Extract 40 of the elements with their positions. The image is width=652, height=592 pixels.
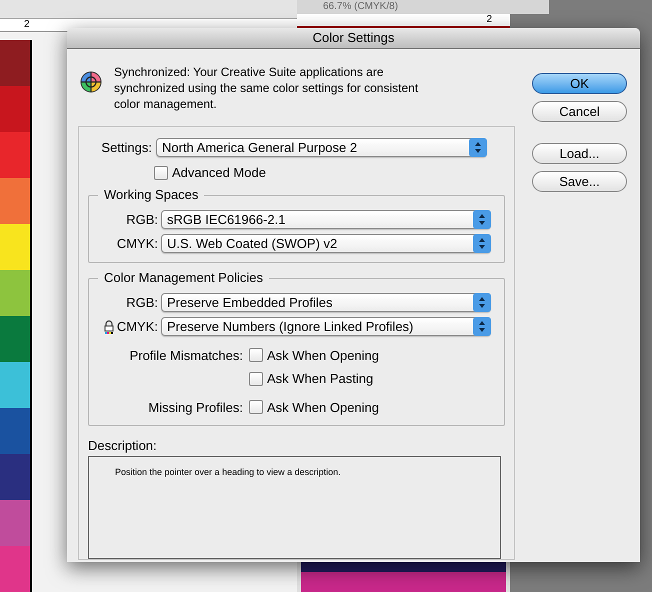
stepper-arrows-icon: [473, 210, 491, 229]
field-label: Missing Profiles:: [147, 398, 244, 417]
stepper-arrows-icon: [469, 138, 487, 157]
dialog-button[interactable]: OK: [532, 72, 627, 94]
description-label: Description:: [88, 437, 158, 455]
field-label: Settings:: [100, 138, 153, 157]
field-label: RGB:: [126, 210, 158, 228]
dialog-button[interactable]: Load...: [532, 142, 627, 164]
sync-message: Synchronized: Your Creative Suite applications are synchronized using the same color settings for consistent color management.: [114, 64, 420, 112]
checkbox[interactable]: [154, 166, 168, 180]
group-title: Color Management Policies: [98, 270, 269, 286]
stepper-arrows-icon: [473, 234, 491, 254]
dropdown[interactable]: Preserve Numbers (Ignore Linked Profiles): [161, 317, 491, 336]
dialog-button[interactable]: Cancel: [532, 100, 627, 122]
ruler-label: 2: [24, 19, 30, 31]
checkbox-label: Ask When Pasting: [267, 370, 374, 388]
dropdown[interactable]: Preserve Embedded Profiles: [161, 292, 491, 312]
ruler-label: 2: [486, 14, 492, 26]
description-text: Position the pointer over a heading to view a description.: [115, 466, 341, 476]
stepper-arrows-icon: [473, 317, 491, 336]
document-tab-title: 66.7% (CMYK/8): [323, 1, 398, 13]
lock-icon: [102, 320, 115, 334]
dropdown[interactable]: North America General Purpose 2: [156, 138, 487, 157]
field-label: RGB:: [126, 294, 158, 312]
dialog-button[interactable]: Save...: [532, 170, 627, 192]
checkbox[interactable]: [249, 400, 263, 414]
checkbox[interactable]: [249, 348, 263, 362]
checkbox-label: Ask When Opening: [267, 398, 380, 417]
field-label: CMYK:: [116, 318, 158, 336]
color-wheel-icon: [80, 70, 102, 92]
dropdown[interactable]: U.S. Web Coated (SWOP) v2: [161, 234, 491, 254]
field-label: CMYK:: [116, 235, 158, 253]
stepper-arrows-icon: [473, 292, 491, 312]
checkbox[interactable]: [249, 372, 263, 386]
field-label: Profile Mismatches:: [128, 346, 244, 364]
dropdown[interactable]: sRGB IEC61966-2.1: [161, 210, 491, 229]
checkbox-label: Advanced Mode: [172, 164, 266, 182]
checkbox-label: Ask When Opening: [267, 346, 380, 365]
window-title: Color Settings: [312, 29, 394, 47]
group-title: Working Spaces: [98, 186, 204, 202]
